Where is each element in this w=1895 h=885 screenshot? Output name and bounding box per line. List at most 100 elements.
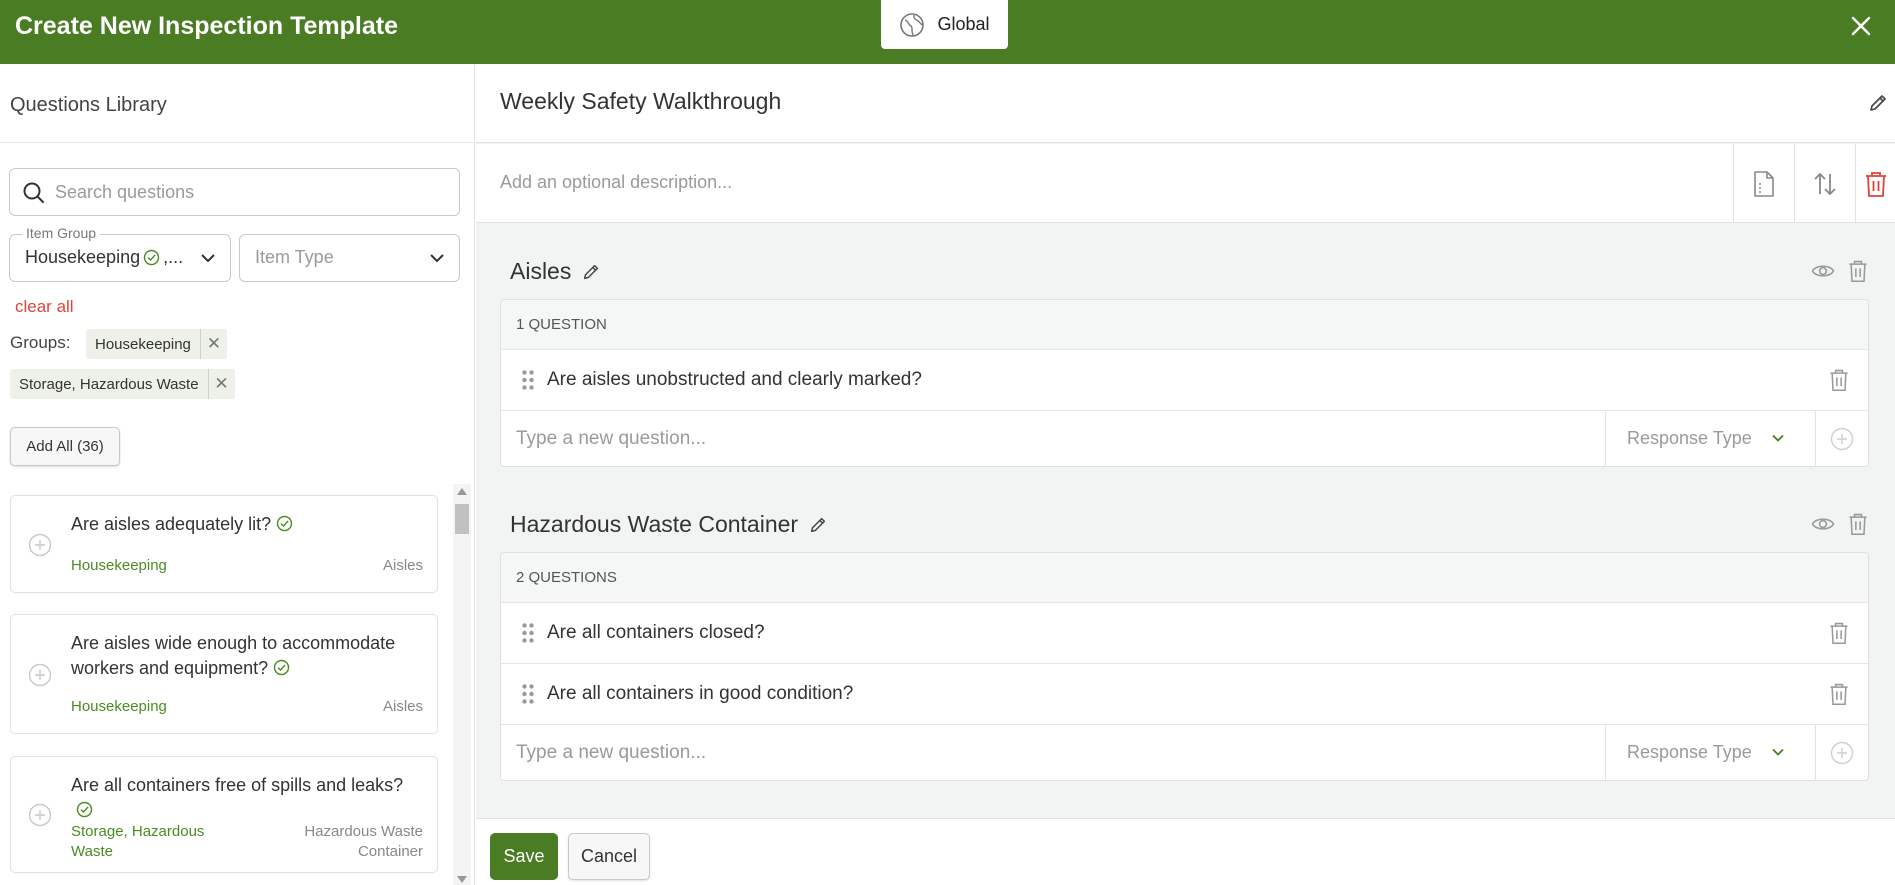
group-chip: Housekeeping ✕ xyxy=(86,329,227,359)
question-group: Housekeeping xyxy=(71,557,167,574)
add-question-button[interactable] xyxy=(1816,725,1868,780)
template-editor-panel: Weekly Safety Walkthrough Add an optiona… xyxy=(476,64,1895,885)
check-circle-icon xyxy=(276,515,293,532)
add-circle-icon[interactable] xyxy=(28,533,52,557)
question-text: Are all containers free of spills and le… xyxy=(71,775,404,795)
pencil-icon[interactable] xyxy=(1867,92,1889,114)
question-text: Are aisles unobstructed and clearly mark… xyxy=(547,369,922,390)
add-circle-icon xyxy=(1830,741,1854,764)
check-circle-icon xyxy=(76,801,93,818)
eye-icon[interactable] xyxy=(1811,512,1835,536)
add-all-button[interactable]: Add All (36) xyxy=(10,427,120,466)
template-title: Weekly Safety Walkthrough xyxy=(500,88,782,114)
scroll-down-arrow[interactable] xyxy=(457,876,467,883)
item-group-select[interactable]: Item Group Housekeeping ,... xyxy=(9,225,231,282)
add-question-button[interactable] xyxy=(1816,411,1868,466)
question-group: Storage, Hazardous Waste xyxy=(71,823,205,860)
questions-library-panel: Questions Library Item Group Housekeepin… xyxy=(0,64,475,885)
question-text: Are all containers in good condition? xyxy=(547,683,854,704)
global-scope-label: Global xyxy=(937,14,990,34)
document-icon xyxy=(1754,170,1774,197)
question-row[interactable]: Are aisles unobstructed and clearly mark… xyxy=(501,350,1868,411)
question-category: Aisles xyxy=(382,698,423,715)
check-circle-icon xyxy=(273,659,290,676)
section-actions xyxy=(1811,259,1869,283)
section-name: Hazardous Waste Container xyxy=(510,511,799,537)
pencil-icon[interactable] xyxy=(808,515,828,535)
sort-arrows-icon xyxy=(1814,172,1836,195)
drag-handle-icon[interactable] xyxy=(521,369,535,391)
clear-all-link[interactable]: clear all xyxy=(15,297,74,317)
trash-icon[interactable] xyxy=(1847,512,1869,536)
library-question-card[interactable]: Are aisles wide enough to accommodate wo… xyxy=(10,614,438,734)
chevron-down-icon xyxy=(1772,434,1784,442)
template-title-bar: Weekly Safety Walkthrough xyxy=(476,64,1895,143)
new-question-input[interactable] xyxy=(501,411,1606,466)
question-group: Housekeeping xyxy=(71,698,167,715)
question-text: Are all containers closed? xyxy=(547,622,765,643)
section-header: Hazardous Waste Container xyxy=(510,511,828,538)
item-group-overflow: ,... xyxy=(163,247,184,267)
remove-chip-icon[interactable]: ✕ xyxy=(199,329,227,359)
response-type-placeholder: Response Type xyxy=(1627,742,1752,762)
drag-handle-icon[interactable] xyxy=(521,683,535,705)
save-button[interactable]: Save xyxy=(490,833,558,880)
search-icon xyxy=(23,182,44,203)
check-circle-icon xyxy=(143,249,160,266)
description-input[interactable]: Add an optional description... xyxy=(500,172,732,193)
library-question-text: Are all containers free of spills and le… xyxy=(71,773,411,823)
response-type-placeholder: Response Type xyxy=(1627,428,1752,448)
response-type-select[interactable]: Response Type xyxy=(1606,411,1816,466)
library-question-card[interactable]: Are all containers free of spills and le… xyxy=(10,756,438,873)
question-category: Aisles xyxy=(382,557,423,574)
search-box xyxy=(9,168,460,216)
new-question-input[interactable] xyxy=(501,725,1606,780)
section-questions-box: 2 QUESTIONS Are all containers closed? A… xyxy=(500,552,1869,781)
global-scope-button[interactable]: Global xyxy=(881,0,1008,49)
item-group-legend: Item Group xyxy=(22,225,101,241)
trash-icon[interactable] xyxy=(1828,368,1850,392)
close-icon[interactable] xyxy=(1847,12,1875,40)
drag-handle-icon[interactable] xyxy=(521,622,535,644)
item-group-selected: Housekeeping xyxy=(25,247,141,267)
chevron-down-icon xyxy=(430,254,444,263)
scroll-up-arrow[interactable] xyxy=(457,488,467,495)
library-question-card[interactable]: Are aisles adequately lit? Housekeeping … xyxy=(10,495,438,593)
section-actions xyxy=(1811,512,1869,536)
item-type-select[interactable]: Item Type xyxy=(239,234,460,282)
group-chip-label: Storage, Hazardous Waste xyxy=(19,375,199,393)
library-question-text: Are aisles wide enough to accommodate wo… xyxy=(71,631,411,681)
add-circle-icon[interactable] xyxy=(28,663,52,687)
item-group-value: Housekeeping ,... xyxy=(25,247,183,268)
remove-chip-icon[interactable]: ✕ xyxy=(207,369,235,399)
trash-icon[interactable] xyxy=(1828,621,1850,645)
question-row[interactable]: Are all containers closed? xyxy=(501,603,1868,664)
eye-icon[interactable] xyxy=(1811,259,1835,283)
section-name: Aisles xyxy=(510,258,572,284)
trash-icon xyxy=(1865,171,1886,197)
cancel-button[interactable]: Cancel xyxy=(568,833,650,880)
library-scrollbar[interactable] xyxy=(453,484,471,885)
question-text: Are aisles wide enough to accommodate wo… xyxy=(71,633,396,678)
section-header: Aisles xyxy=(510,258,601,285)
delete-template-button[interactable] xyxy=(1855,144,1895,223)
trash-icon[interactable] xyxy=(1828,682,1850,706)
reorder-button[interactable] xyxy=(1794,144,1855,223)
document-button[interactable] xyxy=(1733,144,1794,223)
item-type-placeholder: Item Type xyxy=(255,247,334,267)
description-bar: Add an optional description... xyxy=(476,144,1895,223)
question-category: Hazardous Waste Container xyxy=(304,823,423,860)
modal-title: Create New Inspection Template xyxy=(15,12,398,40)
new-question-row: Response Type xyxy=(501,725,1868,780)
add-circle-icon[interactable] xyxy=(28,803,52,827)
library-title: Questions Library xyxy=(10,94,167,116)
scroll-thumb[interactable] xyxy=(455,504,469,534)
response-type-select[interactable]: Response Type xyxy=(1606,725,1816,780)
library-divider xyxy=(0,142,475,143)
pencil-icon[interactable] xyxy=(581,262,601,282)
trash-icon[interactable] xyxy=(1847,259,1869,283)
chevron-down-icon xyxy=(201,254,215,263)
search-input[interactable] xyxy=(55,179,445,205)
add-circle-icon xyxy=(1830,427,1854,450)
question-row[interactable]: Are all containers in good condition? xyxy=(501,664,1868,725)
